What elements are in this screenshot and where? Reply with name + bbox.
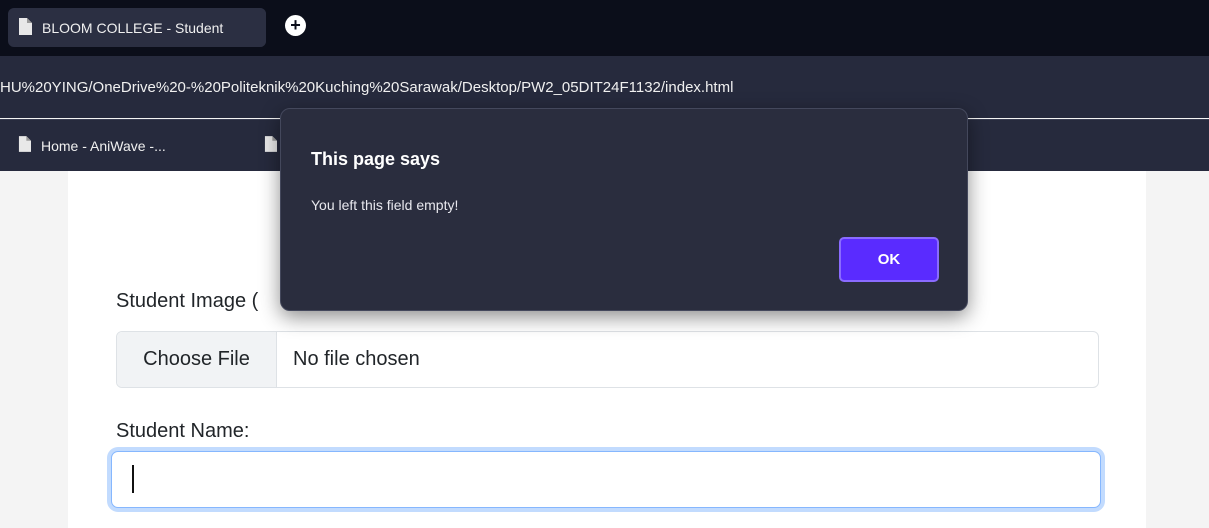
student-image-file-input[interactable]: Choose File No file chosen bbox=[116, 331, 1099, 388]
new-tab-plus-icon[interactable]: + bbox=[285, 15, 306, 36]
document-icon bbox=[18, 136, 31, 155]
bookmark-item[interactable] bbox=[264, 136, 277, 155]
text-caret bbox=[132, 465, 134, 493]
bookmark-label: Home - AniWave -... bbox=[41, 137, 166, 154]
document-icon bbox=[18, 17, 32, 38]
student-image-label: Student Image ( bbox=[116, 290, 259, 312]
address-url[interactable]: HU%20YING/OneDrive%20-%20Politeknik%20Ku… bbox=[0, 79, 733, 96]
file-status-text: No file chosen bbox=[293, 348, 420, 370]
dialog-message: You left this field empty! bbox=[311, 197, 459, 213]
student-name-label: Student Name: bbox=[116, 420, 250, 442]
browser-tab-active[interactable]: BLOOM COLLEGE - Student bbox=[8, 8, 266, 47]
choose-file-button[interactable]: Choose File bbox=[117, 332, 277, 387]
tab-title: BLOOM COLLEGE - Student bbox=[42, 19, 224, 36]
tab-strip: BLOOM COLLEGE - Student + bbox=[0, 0, 1209, 56]
bookmark-item-aniwave[interactable]: Home - AniWave -... bbox=[18, 136, 166, 155]
document-icon bbox=[264, 136, 277, 155]
student-name-input[interactable] bbox=[111, 451, 1101, 508]
ok-button[interactable]: OK bbox=[839, 237, 939, 282]
dialog-title: This page says bbox=[311, 149, 441, 169]
alert-dialog: This page says You left this field empty… bbox=[280, 108, 968, 311]
